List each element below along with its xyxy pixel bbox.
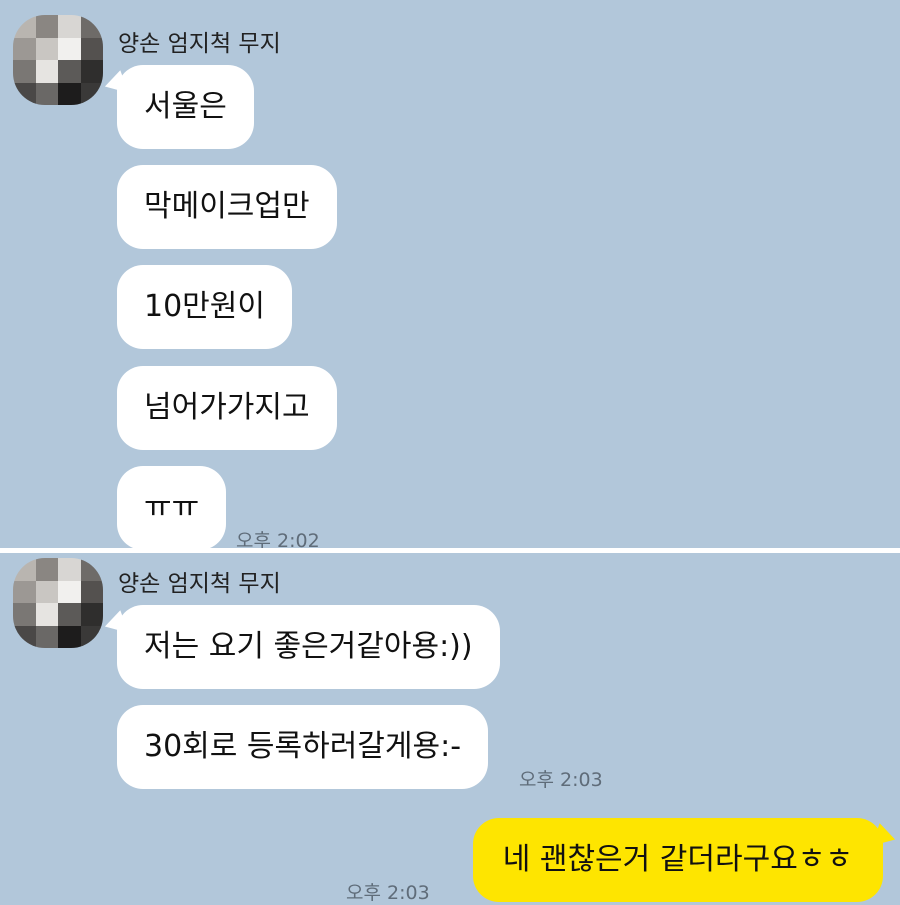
message-timestamp: 오후 2:03: [346, 882, 430, 904]
message-bubble[interactable]: 넘어가가지고: [117, 366, 337, 450]
message-bubble[interactable]: 막메이크업만: [117, 165, 337, 249]
message-bubble[interactable]: ㅠㅠ: [117, 466, 227, 550]
profile-avatar[interactable]: [13, 558, 103, 648]
message-text: 막메이크업만: [144, 189, 310, 224]
message-bubble[interactable]: 서울은: [117, 65, 254, 149]
my-message-bubble[interactable]: 네 괜찮은거 같더라구요ㅎㅎ: [472, 818, 883, 902]
message-text: 네 괜찮은거 같더라구요ㅎㅎ: [502, 842, 853, 877]
message-text: 넘어가가지고: [144, 390, 310, 425]
message-text: ㅠㅠ: [144, 490, 200, 525]
chat-panel-top: 양손 엄지척 무지 서울은 막메이크업만 10만원이 넘어가가지고 ㅠㅠ 오후 …: [0, 0, 900, 552]
message-bubble[interactable]: 10만원이: [117, 265, 292, 349]
sender-name: 양손 엄지척 무지: [118, 571, 281, 597]
message-bubble[interactable]: 30회로 등록하러갈게용:-: [117, 705, 489, 789]
message-text: 서울은: [144, 89, 227, 124]
message-bubble[interactable]: 저는 요기 좋은거같아용:)): [117, 605, 500, 689]
profile-avatar[interactable]: [13, 15, 103, 105]
message-timestamp: 오후 2:03: [519, 769, 603, 791]
message-text: 10만원이: [144, 289, 265, 324]
message-text: 저는 요기 좋은거같아용:)): [144, 629, 473, 664]
sender-name: 양손 엄지척 무지: [118, 31, 281, 57]
chat-panel-bottom: 양손 엄지척 무지 저는 요기 좋은거같아용:)) 30회로 등록하러갈게용:-…: [0, 553, 900, 904]
message-text: 30회로 등록하러갈게용:-: [144, 729, 462, 764]
